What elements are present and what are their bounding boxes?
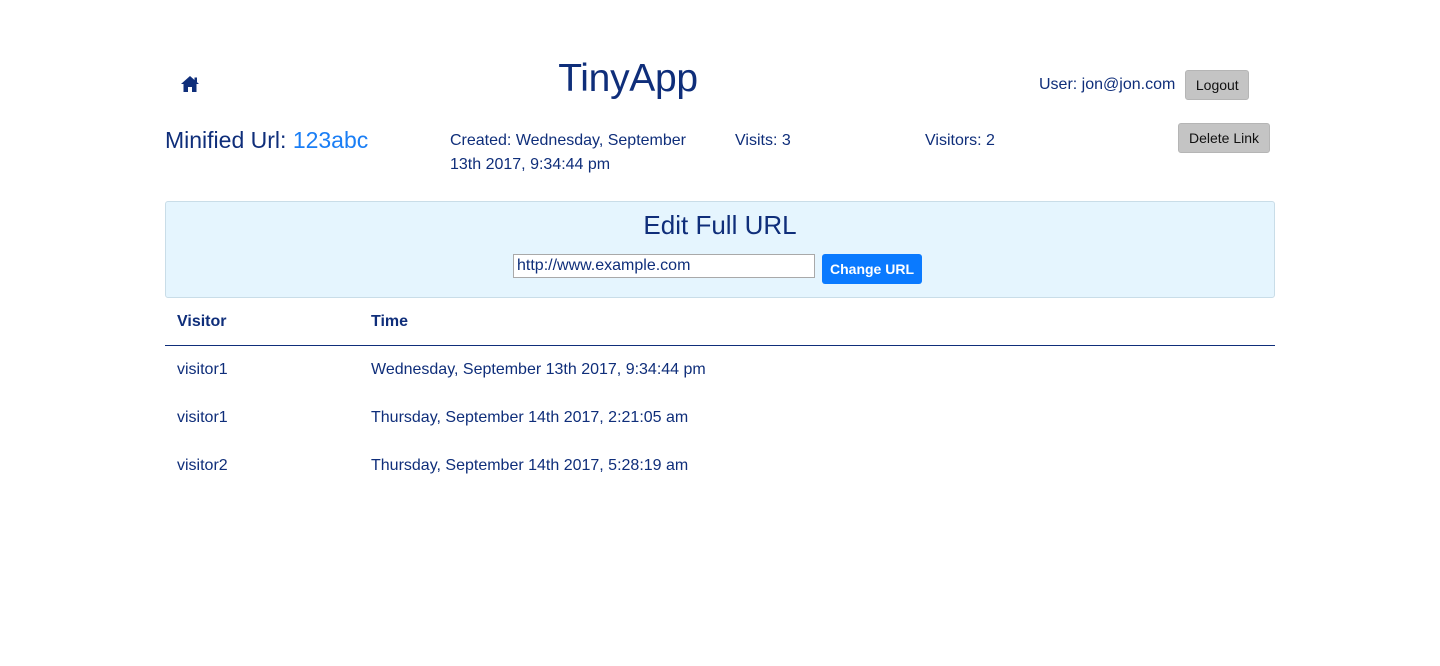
logout-button[interactable]: Logout	[1185, 70, 1250, 100]
time-cell: Thursday, September 14th 2017, 2:21:05 a…	[371, 409, 689, 426]
visitor-cell: visitor1	[177, 409, 228, 426]
visits-count: Visits: 3	[735, 132, 791, 149]
column-header-time: Time	[359, 298, 1275, 346]
time-cell: Thursday, September 14th 2017, 5:28:19 a…	[371, 457, 689, 474]
table-header-row: Visitor Time	[165, 298, 1275, 346]
user-email-label: User: jon@jon.com	[1039, 76, 1176, 93]
table-row: visitor1 Thursday, September 14th 2017, …	[165, 394, 1275, 442]
time-cell: Wednesday, September 13th 2017, 9:34:44 …	[371, 361, 706, 378]
edit-url-title: Edit Full URL	[643, 210, 797, 240]
edit-url-panel: Edit Full URL Change URL	[165, 201, 1275, 298]
change-url-button[interactable]: Change URL	[822, 254, 922, 284]
visits-table: Visitor Time visitor1 Wednesday, Septemb…	[165, 298, 1275, 490]
minified-url-heading: Minified Url: 123abc	[165, 127, 368, 154]
minified-url-code[interactable]: 123abc	[293, 127, 368, 153]
column-header-visitor: Visitor	[165, 298, 359, 346]
created-date: Created: Wednesday, September 13th 2017,…	[450, 132, 686, 173]
table-row: visitor2 Thursday, September 14th 2017, …	[165, 442, 1275, 490]
minified-url-label: Minified Url:	[165, 127, 287, 153]
user-area: User: jon@jon.com Logout	[1039, 70, 1250, 100]
visitors-count: Visitors: 2	[925, 132, 995, 149]
url-detail-page: TinyApp User: jon@jon.com Logout Minifie…	[0, 0, 1440, 666]
visitor-cell: visitor2	[177, 457, 228, 474]
delete-link-button[interactable]: Delete Link	[1178, 123, 1270, 153]
visitor-cell: visitor1	[177, 361, 228, 378]
full-url-input[interactable]	[513, 254, 815, 278]
table-row: visitor1 Wednesday, September 13th 2017,…	[165, 346, 1275, 395]
